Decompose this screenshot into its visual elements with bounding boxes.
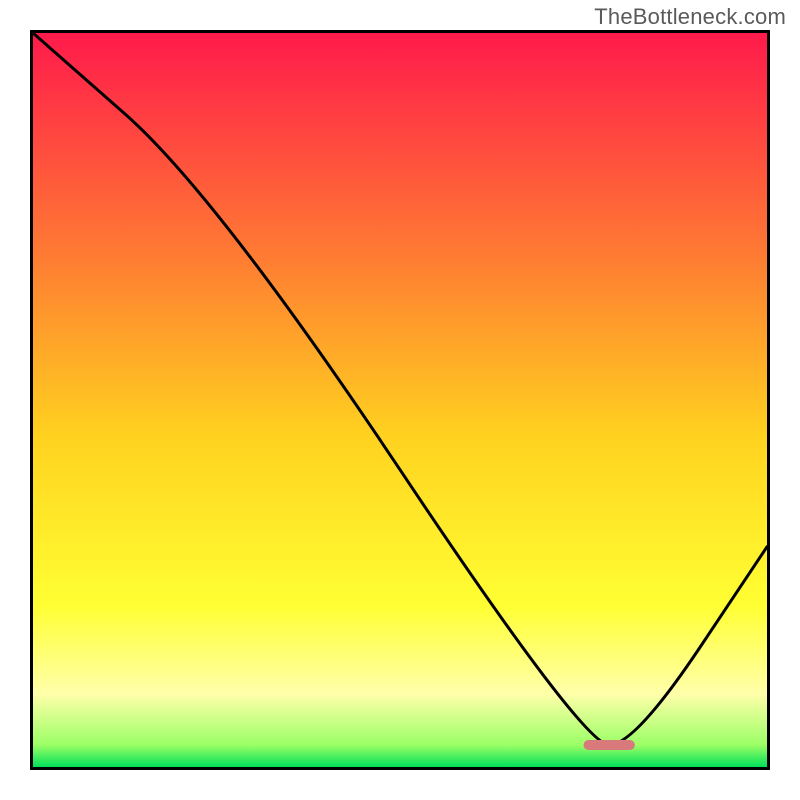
chart-container: TheBottleneck.com [0,0,800,800]
gradient-background [33,33,767,767]
optimal-range-marker [584,740,635,750]
plot-svg [33,33,767,767]
plot-area [30,30,770,770]
watermark-label: TheBottleneck.com [594,4,786,30]
